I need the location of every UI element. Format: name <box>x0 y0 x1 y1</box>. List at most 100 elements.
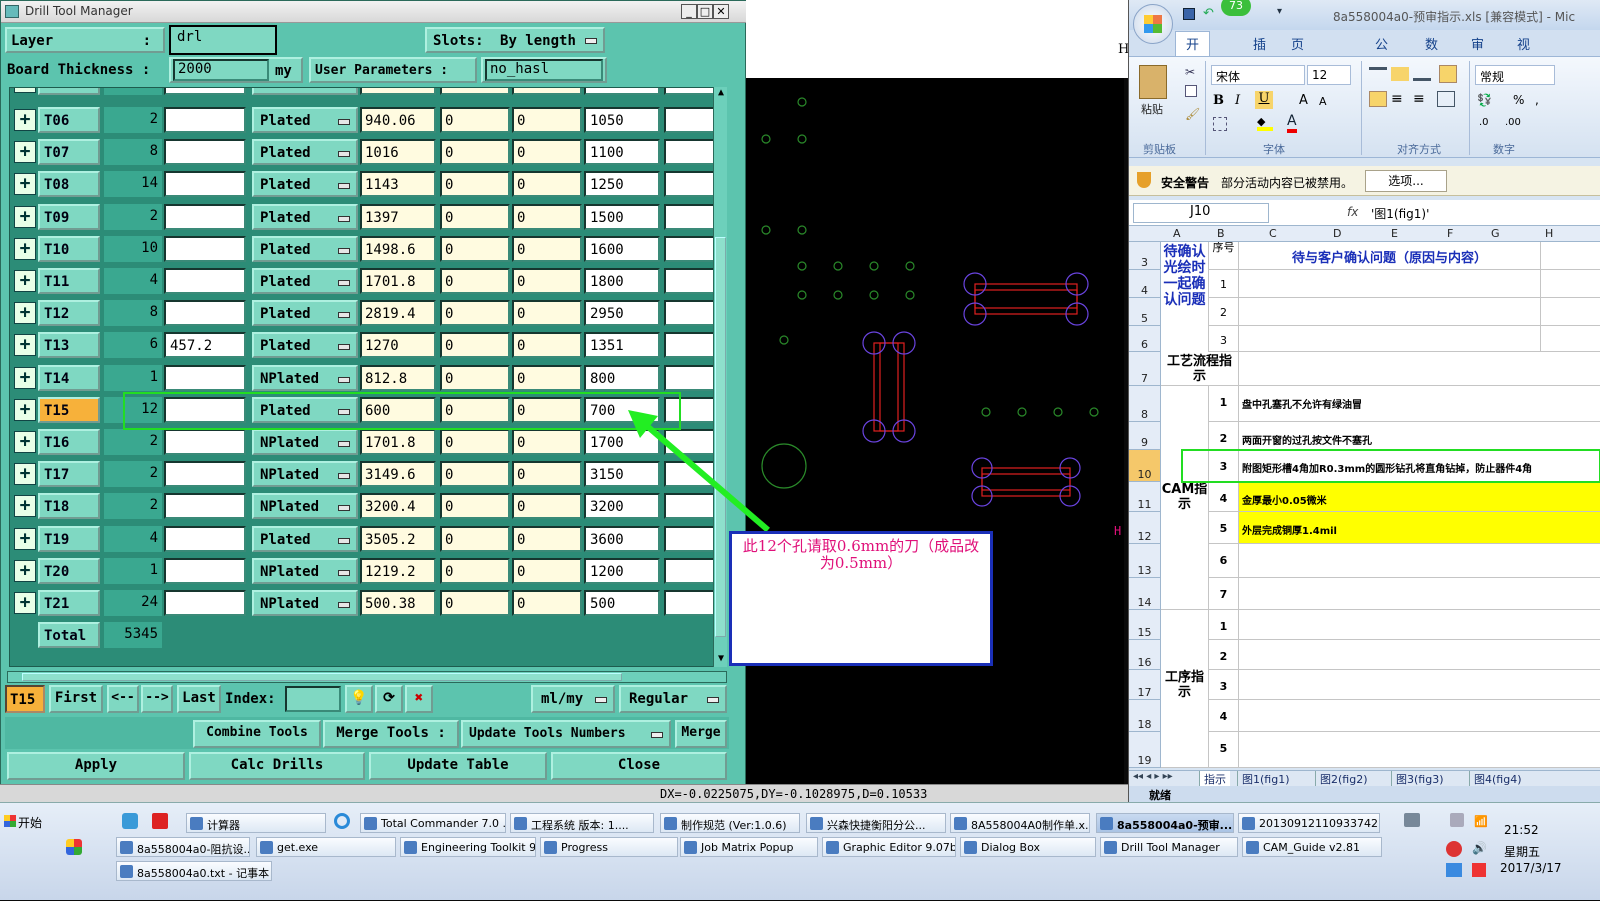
plating-dropdown[interactable]: Plated <box>252 300 358 327</box>
shrink-font-icon[interactable]: A <box>1319 95 1327 108</box>
cell[interactable] <box>1239 352 1600 386</box>
tolerance-minus-input[interactable]: 0 <box>512 107 582 133</box>
options-button[interactable]: 选项... <box>1365 170 1447 192</box>
clock-time[interactable]: 21:52 <box>1504 823 1539 837</box>
tolerance-plus-input[interactable]: 0 <box>440 171 510 198</box>
tray-icon[interactable] <box>1472 863 1486 877</box>
cell[interactable] <box>1541 326 1600 352</box>
font-color-icon[interactable]: A <box>1287 113 1297 133</box>
tolerance-minus-input[interactable]: 0 <box>512 429 582 455</box>
taskbar-item[interactable]: 兴森快捷衡阳分公... <box>806 813 946 833</box>
hscroll-thumb[interactable] <box>22 673 622 681</box>
tool-size-input[interactable]: 1016 <box>360 139 436 166</box>
tool-drill-size-input[interactable] <box>164 88 246 95</box>
apply-button[interactable]: Apply <box>7 752 185 780</box>
plating-dropdown[interactable]: Plated <box>252 139 358 166</box>
finish-size-input[interactable]: 500 <box>584 590 660 616</box>
table-row[interactable]: + T06 2 Plated 940.06 0 0 1050 <box>10 104 720 136</box>
seq-cell[interactable]: 4 <box>1209 700 1239 732</box>
sheet-tab[interactable]: 图2(fig2) <box>1315 771 1372 787</box>
column-header[interactable]: H <box>1545 227 1553 240</box>
tool-name[interactable]: T19 <box>38 525 100 552</box>
cell[interactable] <box>1541 242 1600 270</box>
extra-input[interactable] <box>664 557 720 584</box>
expand-icon[interactable]: + <box>14 302 36 325</box>
section-cam[interactable]: CAM指示 <box>1161 386 1209 610</box>
row-header[interactable]: 14 <box>1129 578 1161 610</box>
expand-icon[interactable]: + <box>14 334 36 357</box>
finish-size-input[interactable]: 1200 <box>584 557 660 584</box>
sheet-nav-arrows-icon[interactable]: ◂◂ ◂ ▸ ▸▸ <box>1133 771 1173 782</box>
tool-size-input[interactable]: 1701.8 <box>360 429 436 455</box>
taskbar-item[interactable]: 工程系统 版本: 1.... <box>510 813 654 833</box>
plating-dropdown[interactable]: NPlated <box>252 493 358 520</box>
note-cell[interactable] <box>1239 578 1600 610</box>
tool-drill-size-input[interactable] <box>164 107 246 133</box>
table-row[interactable]: + T10 10 Plated 1498.6 0 0 1600 <box>10 233 720 265</box>
taskbar-item[interactable]: Total Commander 7.0 ... <box>360 813 506 833</box>
extra-input[interactable] <box>664 139 720 166</box>
tool-size-input[interactable]: 1219.2 <box>360 557 436 584</box>
tool-name[interactable]: T06 <box>38 107 100 133</box>
row-header[interactable]: 9 <box>1129 422 1161 450</box>
align-top-icon[interactable] <box>1369 67 1387 81</box>
tolerance-minus-input[interactable]: 0 <box>512 590 582 616</box>
row-header[interactable]: 8 <box>1129 386 1161 422</box>
close-window-button[interactable]: ✕ <box>713 4 729 19</box>
row-header[interactable]: 15 <box>1129 610 1161 640</box>
table-row[interactable]: + T09 2 Plated 1397 0 0 1500 <box>10 201 720 233</box>
formula-content[interactable]: '图1(fig1)' <box>1371 205 1429 222</box>
scroll-up-arrow-icon[interactable]: ▲ <box>715 87 727 99</box>
column-header[interactable]: G <box>1491 227 1500 240</box>
italic-icon[interactable]: I <box>1235 93 1240 108</box>
finish-size-input[interactable]: 1100 <box>584 139 660 166</box>
tolerance-plus-input[interactable]: 0 <box>440 461 510 488</box>
font-name-select[interactable]: 宋体 <box>1211 65 1305 85</box>
row-header[interactable]: 16 <box>1129 640 1161 670</box>
row-header[interactable]: 5 <box>1129 298 1161 326</box>
horizontal-scrollbar[interactable] <box>7 671 727 683</box>
seq-cell[interactable]: 3 <box>1209 670 1239 700</box>
taskbar-item[interactable]: CAM_Guide v2.81 <box>1242 837 1382 857</box>
tool-drill-size-input[interactable] <box>164 139 246 166</box>
expand-icon[interactable]: + <box>14 559 36 582</box>
index-input[interactable] <box>285 686 341 712</box>
expand-icon[interactable]: + <box>14 366 36 389</box>
antivirus-icon[interactable] <box>1446 841 1462 857</box>
maximize-button[interactable]: □ <box>697 4 713 19</box>
calc-drills-button[interactable]: Calc Drills <box>189 752 365 780</box>
align-bottom-icon[interactable] <box>1413 67 1431 81</box>
tool-name[interactable] <box>38 88 100 95</box>
first-button[interactable]: First <box>49 685 103 713</box>
seq-cell[interactable]: 7 <box>1209 578 1239 610</box>
tool-name[interactable]: T12 <box>38 300 100 327</box>
seq-cell[interactable]: 2 <box>1209 422 1239 450</box>
extra-input[interactable] <box>664 107 720 133</box>
tool-drill-size-input[interactable] <box>164 268 246 294</box>
tolerance-plus-input[interactable]: 0 <box>440 235 510 262</box>
plating-dropdown[interactable]: Plated <box>252 235 358 262</box>
tolerance-minus-input[interactable]: 0 <box>512 332 582 359</box>
note-cell[interactable]: 外层完成铜厚1.4mil <box>1239 512 1600 544</box>
tool-size-input[interactable]: 1701.8 <box>360 268 436 294</box>
tool-name[interactable]: T21 <box>38 590 100 616</box>
tolerance-minus-input[interactable] <box>512 88 582 95</box>
expand-icon[interactable]: + <box>14 88 36 93</box>
issue-cell[interactable] <box>1239 326 1541 352</box>
extra-input[interactable] <box>664 203 720 230</box>
undo-icon[interactable]: ↶ <box>1203 6 1214 21</box>
tolerance-minus-input[interactable]: 0 <box>512 300 582 327</box>
cut-icon[interactable]: ✂ <box>1185 65 1195 79</box>
seq-cell[interactable]: 5 <box>1209 512 1239 544</box>
tool-name[interactable]: T13 <box>38 332 100 359</box>
name-box[interactable]: J10 <box>1133 203 1269 223</box>
plating-dropdown[interactable]: Plated <box>252 332 358 359</box>
network-icon[interactable]: 📶 <box>1474 815 1488 828</box>
tool-drill-size-input[interactable] <box>164 590 246 616</box>
finish-size-input[interactable]: 1250 <box>584 171 660 198</box>
tool-size-input[interactable]: 2819.4 <box>360 300 436 327</box>
taskbar-item[interactable]: 8a558004a0-预审... <box>1096 813 1234 833</box>
last-button[interactable]: Last <box>177 685 221 713</box>
taskbar-item[interactable]: 计算器 <box>186 813 326 833</box>
note-cell[interactable]: 金厚最小0.05微米 <box>1239 482 1600 512</box>
